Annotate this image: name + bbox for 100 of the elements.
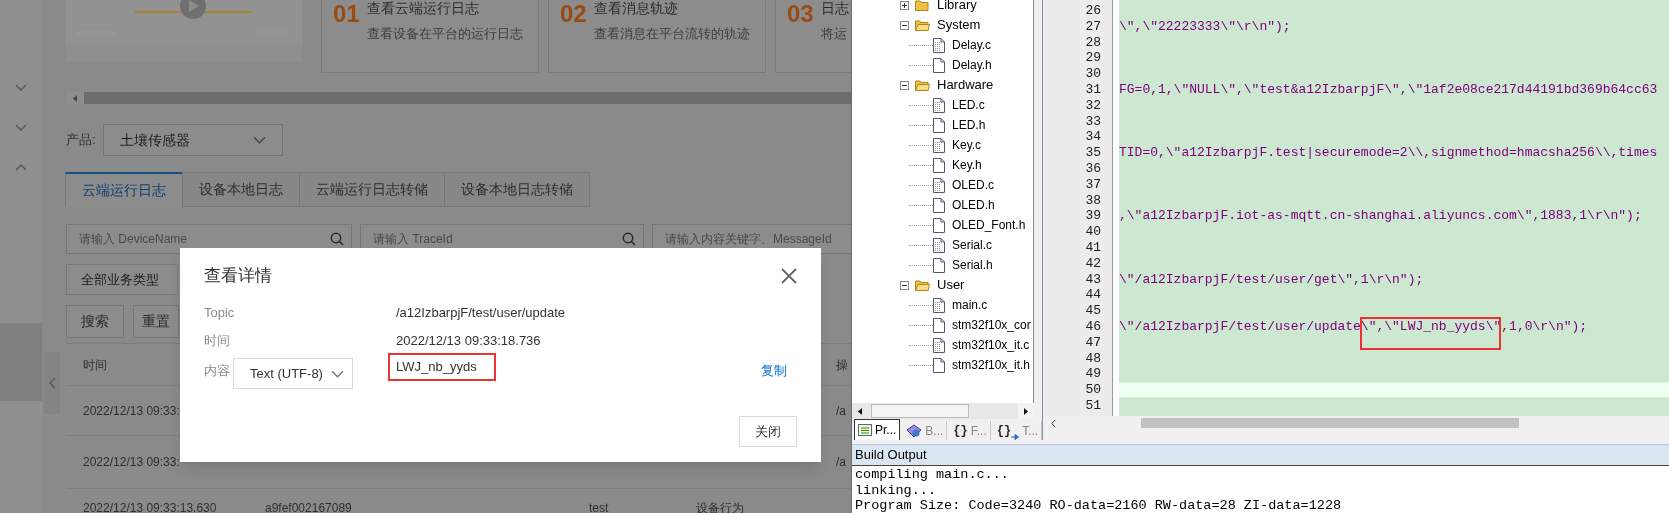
code-line: \"/a12IzbarpjF/test/user/get\",1\r\n"); — [1119, 271, 1424, 288]
tree-item[interactable]: Hardware — [852, 75, 1033, 95]
code-line: ,\"a12IzbarpjF.iot-as-mqtt.cn-shanghai.aliyuncs.com\",1883,1\r\n"); — [1119, 208, 1642, 225]
scrollbar-thumb[interactable] — [1141, 418, 1519, 428]
step-number: 03 — [787, 2, 814, 29]
line-number: 44 — [1085, 287, 1101, 304]
tree-item[interactable]: Serial.c — [852, 235, 1033, 255]
header-cell-text: 时间 — [83, 356, 107, 374]
collapse-icon[interactable] — [900, 280, 909, 290]
field-value: 2022/12/13 09:33:18.736 — [396, 332, 541, 351]
step-number: 01 — [333, 2, 360, 29]
close-button[interactable]: 关闭 — [739, 416, 797, 447]
content-value: LWJ_nb_yyds — [388, 353, 496, 381]
chevron-left-icon — [48, 377, 56, 389]
tree-item[interactable]: stm32f10x_it.c — [852, 335, 1033, 355]
step-number: 02 — [560, 2, 587, 29]
card-description: 查看设备在平台的运行日志 — [366, 26, 523, 42]
collapse-handle[interactable] — [44, 352, 60, 414]
line-number: 46 — [1085, 318, 1101, 335]
chevron-left-icon — [1050, 418, 1056, 428]
search-icon — [622, 232, 636, 246]
tree-item[interactable]: LED.c — [852, 95, 1033, 115]
table-cell-text: /a — [836, 454, 846, 471]
header-cell-text: 操 — [836, 356, 848, 374]
collapse-icon[interactable] — [900, 20, 909, 30]
copy-link[interactable]: 复制 — [761, 361, 787, 381]
code-line: \",\"LWJ_nb_yyds\" — [1360, 318, 1502, 335]
tree-item[interactable]: Library — [852, 0, 1033, 15]
caret-down-icon — [331, 369, 344, 378]
tree-item[interactable]: Key.c — [852, 135, 1033, 155]
file-icon — [933, 57, 945, 73]
tree-item[interactable]: LED.h — [852, 115, 1033, 135]
tab[interactable]: 云端运行日志转储 — [299, 172, 445, 207]
product-select[interactable]: 土壤传感器 — [103, 124, 283, 156]
line-number: 45 — [1085, 303, 1101, 319]
file-icon — [933, 177, 945, 193]
card-description: 查看消息在平台流转的轨迹 — [593, 26, 750, 42]
folder-icon — [915, 0, 930, 11]
line-number: 29 — [1085, 50, 1101, 67]
panel-tab[interactable]: Pr... — [854, 419, 901, 440]
tree-item[interactable]: Key.h — [852, 155, 1033, 175]
tab[interactable]: 设备本地日志转储 — [444, 172, 590, 207]
search-button[interactable]: 搜索 — [66, 305, 124, 338]
table-cell-text: 2022/12/13 09:33: — [83, 454, 180, 471]
tree-item[interactable]: User — [852, 275, 1033, 295]
tree-item[interactable]: Serial.h — [852, 255, 1033, 275]
type-select[interactable]: 全部业务类型 — [66, 264, 178, 295]
tree-item[interactable]: stm32f10x_it.h — [852, 355, 1033, 375]
tree-item[interactable]: OLED.h — [852, 195, 1033, 215]
tree-item[interactable]: stm32f10x_cor — [852, 315, 1033, 335]
line-number: 38 — [1085, 192, 1101, 209]
card-title: 查看云端运行日志 — [366, 0, 480, 16]
reset-button[interactable]: 重置 — [133, 305, 179, 338]
tree-item[interactable]: OLED.c — [852, 175, 1033, 195]
line-number: 49 — [1085, 366, 1101, 383]
feature-card[interactable]: 03 日志 将运 — [775, 0, 851, 73]
expand-icon[interactable] — [900, 0, 909, 10]
line-number: 48 — [1085, 350, 1101, 367]
format-select[interactable]: Text (UTF-8) — [233, 358, 353, 389]
card-title: 查看消息轨迹 — [593, 0, 679, 16]
output-line: linking... — [855, 482, 937, 498]
panel-tab[interactable]: {} T... — [993, 421, 1043, 440]
scrollbar-thumb[interactable] — [84, 92, 851, 104]
tree-item[interactable]: Delay.c — [852, 35, 1033, 55]
line-number: 36 — [1085, 160, 1101, 177]
field-value: /a12IzbarpjF/test/user/update — [396, 304, 566, 323]
line-number: 30 — [1085, 66, 1101, 82]
file-icon — [933, 157, 945, 173]
search-icon — [330, 232, 344, 246]
tab[interactable]: 设备本地日志 — [182, 172, 300, 207]
line-number: 31 — [1085, 82, 1101, 98]
feature-card[interactable]: 01 查看云端运行日志 查看设备在平台的运行日志 — [321, 0, 539, 73]
file-icon — [933, 297, 945, 313]
file-icon — [933, 317, 945, 333]
line-number: 26 — [1085, 3, 1101, 19]
tree-item[interactable]: OLED_Font.h — [852, 215, 1033, 235]
table-cell-text: test — [589, 500, 609, 513]
chevron-up-icon — [15, 164, 27, 171]
table-cell-text: 2022/12/13 09:33: — [83, 402, 180, 420]
file-icon — [933, 357, 945, 373]
output-line: compiling main.c... — [855, 467, 1010, 483]
file-icon — [933, 197, 945, 213]
close-icon[interactable] — [781, 268, 797, 284]
scroll-right-button[interactable] — [1018, 403, 1033, 419]
line-number: 33 — [1085, 113, 1101, 130]
collapse-icon[interactable] — [900, 80, 909, 90]
tree-item[interactable]: System — [852, 15, 1033, 35]
triangle-left-icon — [857, 407, 862, 415]
tree-item[interactable]: Delay.h — [852, 55, 1033, 75]
file-icon — [933, 237, 945, 253]
line-number: 32 — [1085, 97, 1101, 114]
panel-tab[interactable]: {} F... — [950, 421, 991, 440]
tree-item[interactable]: main.c — [852, 295, 1033, 315]
table-cell-text: /a — [836, 402, 846, 420]
chevron-down-icon — [15, 124, 27, 131]
line-number: 27 — [1085, 18, 1101, 35]
feature-card[interactable]: 02 查看消息轨迹 查看消息在平台流转的轨迹 — [548, 0, 766, 73]
file-icon — [933, 117, 945, 133]
scrollbar-thumb[interactable] — [871, 404, 969, 418]
field-label: 产品: — [66, 131, 97, 150]
